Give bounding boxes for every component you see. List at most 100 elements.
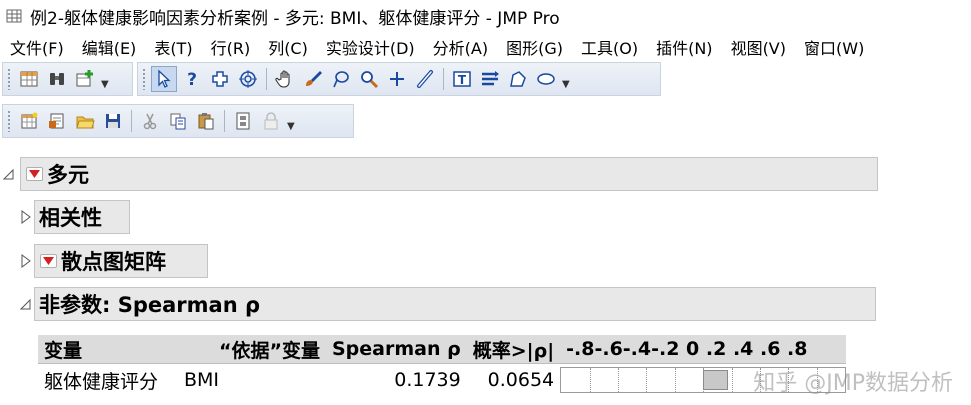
- copy-icon: [170, 113, 186, 130]
- outline-spearman[interactable]: 非参数: Spearman ρ: [34, 287, 876, 321]
- spearman-table: 变量 “依据”变量 Spearman ρ 概率>|ρ| -.8-.6-.4-.2…: [38, 335, 847, 397]
- red-triangle-menu-button[interactable]: [26, 167, 43, 181]
- target-tool-button[interactable]: [235, 66, 261, 92]
- arrow-tool-button[interactable]: [151, 66, 177, 92]
- title-bar: 例2-躯体健康影响因素分析案例 - 多元: BMI、躯体健康评分 - JMP P…: [0, 0, 971, 32]
- bar-gridline: [731, 368, 733, 392]
- toolbar-tools: ? T ▼: [137, 62, 661, 96]
- arrow-pointer-icon: [158, 69, 171, 88]
- disclosure-expanded-icon[interactable]: [3, 167, 15, 181]
- help-tool-button[interactable]: ?: [179, 66, 205, 92]
- toolbar-file: ▼: [2, 104, 354, 138]
- svg-text:?: ?: [187, 70, 197, 89]
- hand-icon: [275, 70, 290, 88]
- toolbar-overflow-icon[interactable]: ▼: [101, 79, 109, 90]
- col-prob[interactable]: 概率>|ρ|: [466, 335, 561, 364]
- col-by-variable[interactable]: “依据”变量: [178, 335, 326, 364]
- toolbar-grip[interactable]: [7, 110, 11, 132]
- plus-tool-button[interactable]: [384, 66, 410, 92]
- jmp-app-icon: [6, 9, 22, 23]
- save-icon: [106, 114, 120, 128]
- outline-scatterplot-matrix[interactable]: 散点图矩阵: [34, 244, 208, 278]
- lock-icon: [264, 112, 278, 130]
- cut-button[interactable]: [137, 108, 163, 134]
- outline-title: 非参数: Spearman ρ: [39, 293, 260, 317]
- journal-icon: [236, 112, 250, 130]
- disclosure-collapsed-icon[interactable]: [20, 254, 32, 268]
- outline-title: 散点图矩阵: [61, 250, 166, 274]
- col-spearman-rho[interactable]: Spearman ρ: [326, 335, 467, 364]
- red-triangle-icon: [29, 170, 40, 178]
- new-table-button[interactable]: [16, 108, 42, 134]
- menu-edit[interactable]: 编辑(E): [73, 35, 146, 59]
- oval-icon: [537, 73, 555, 85]
- journal-button[interactable]: [230, 108, 256, 134]
- table-row[interactable]: 躯体健康评分 BMI 0.1739 0.0654: [38, 364, 847, 397]
- data-table-icon: [20, 71, 38, 87]
- menu-table[interactable]: 表(T): [145, 35, 201, 59]
- data-table-button[interactable]: [16, 66, 42, 92]
- cell-by-variable: BMI: [184, 369, 220, 391]
- lasso-tool-button[interactable]: [328, 66, 354, 92]
- lasso-icon: [333, 71, 349, 88]
- binoculars-button[interactable]: [44, 66, 70, 92]
- disclosure-expanded-icon[interactable]: [20, 297, 32, 311]
- menu-graph[interactable]: 图形(G): [497, 35, 572, 59]
- save-button[interactable]: [100, 108, 126, 134]
- menu-view[interactable]: 视图(V): [722, 35, 795, 59]
- lines-tool-button[interactable]: [477, 66, 503, 92]
- outline-title: 多元: [47, 163, 89, 187]
- crosshair-tool-button[interactable]: [207, 66, 233, 92]
- bar-gridline: [674, 368, 676, 392]
- watermark: 知乎 @JMP数据分析: [753, 371, 953, 396]
- menu-doe[interactable]: 实验设计(D): [317, 35, 424, 59]
- add-table-icon: [76, 70, 93, 87]
- new-script-button[interactable]: [44, 108, 70, 134]
- polygon-tool-button[interactable]: [505, 66, 531, 92]
- lock-button[interactable]: [258, 108, 284, 134]
- toolbar-grip[interactable]: [7, 68, 11, 90]
- text-annotate-button[interactable]: T: [449, 66, 475, 92]
- bar-gridline: [589, 368, 591, 392]
- copy-button[interactable]: [165, 108, 191, 134]
- menu-addins[interactable]: 插件(N): [647, 35, 721, 59]
- menu-tools[interactable]: 工具(O): [572, 35, 647, 59]
- menu-window[interactable]: 窗口(W): [795, 35, 873, 59]
- add-table-button[interactable]: [72, 66, 98, 92]
- col-bar-chart[interactable]: -.8-.6-.4-.2 0 .2 .4 .6 .8: [560, 335, 847, 364]
- svg-text:T: T: [458, 73, 467, 87]
- binoculars-icon: [50, 73, 64, 85]
- crosshair-icon: [212, 71, 228, 87]
- paste-button[interactable]: [193, 108, 219, 134]
- line-tool-button[interactable]: [412, 66, 438, 92]
- paste-icon: [198, 113, 214, 130]
- oval-tool-button[interactable]: [533, 66, 559, 92]
- open-button[interactable]: [72, 108, 98, 134]
- magnifier-tool-button[interactable]: [356, 66, 382, 92]
- cell-rho: 0.1739: [394, 369, 461, 391]
- menu-rows[interactable]: 行(R): [202, 35, 260, 59]
- cell-prob: 0.0654: [487, 369, 555, 391]
- outline-title: 相关性: [39, 206, 102, 230]
- bar-gridline: [646, 368, 648, 392]
- cut-icon: [143, 113, 157, 130]
- red-triangle-icon: [43, 257, 54, 265]
- toolbar-overflow-icon[interactable]: ▼: [562, 79, 570, 90]
- toolbar-grip[interactable]: [142, 68, 146, 90]
- menu-cols[interactable]: 列(C): [259, 35, 317, 59]
- disclosure-collapsed-icon[interactable]: [20, 210, 32, 224]
- red-triangle-menu-button[interactable]: [40, 254, 57, 268]
- menu-analyze[interactable]: 分析(A): [424, 35, 497, 59]
- lines-icon: [482, 71, 499, 86]
- toolbar-tables: ▼: [2, 62, 133, 96]
- outline-correlations[interactable]: 相关性: [34, 200, 130, 234]
- menu-bar: 文件(F) 编辑(E) 表(T) 行(R) 列(C) 实验设计(D) 分析(A)…: [0, 32, 971, 62]
- hand-tool-button[interactable]: [272, 66, 298, 92]
- outline-multivariate[interactable]: 多元: [20, 157, 878, 191]
- menu-file[interactable]: 文件(F): [0, 35, 73, 59]
- open-folder-icon: [76, 116, 95, 129]
- toolbar-separator: [266, 68, 267, 90]
- toolbar-overflow-icon[interactable]: ▼: [287, 121, 295, 132]
- brush-tool-button[interactable]: [300, 66, 326, 92]
- col-variable[interactable]: 变量: [38, 335, 178, 364]
